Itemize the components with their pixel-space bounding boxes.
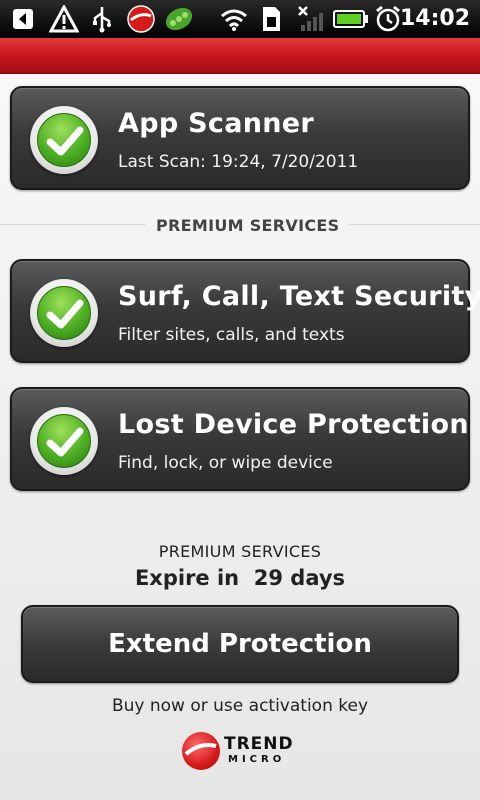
card-title: Lost Device Protection	[118, 409, 469, 440]
battery-icon	[332, 5, 370, 33]
usb-icon	[88, 5, 116, 33]
status-time: 14:02	[399, 6, 470, 31]
section-heading: PREMIUM SERVICES	[146, 216, 350, 235]
back-notification-icon	[8, 5, 38, 33]
logo-text-trend: TREND	[224, 734, 294, 754]
buy-activation-link[interactable]: Buy now or use activation key	[0, 696, 480, 716]
premium-services-label: PREMIUM SERVICES	[158, 542, 322, 561]
wifi-icon	[218, 5, 250, 33]
app-scanner-card[interactable]: App Scanner Last Scan: 19:24, 7/20/2011	[10, 86, 470, 190]
logo-text-micro: MICRO	[228, 754, 286, 765]
status-bar: 14:02	[0, 0, 480, 38]
card-title: App Scanner	[118, 108, 314, 139]
card-subtitle: Find, lock, or wipe device	[118, 453, 333, 473]
peas-app-icon	[162, 5, 196, 33]
green-check-icon	[30, 106, 98, 174]
card-subtitle: Filter sites, calls, and texts	[118, 325, 345, 345]
sim-card-icon	[256, 5, 286, 33]
no-signal-icon	[294, 5, 326, 33]
header-bar	[0, 38, 480, 74]
trend-micro-ball-icon	[182, 732, 220, 770]
green-check-icon	[30, 279, 98, 347]
expiry-text: Expire in 29 days	[134, 566, 346, 590]
trend-micro-logo: TREND MICRO	[182, 732, 302, 772]
trend-micro-icon	[124, 5, 158, 33]
extend-protection-button[interactable]: Extend Protection	[21, 605, 459, 683]
green-check-icon	[30, 407, 98, 475]
surf-call-text-security-card[interactable]: Surf, Call, Text Security Filter sites, …	[10, 259, 480, 363]
warning-icon	[48, 5, 80, 33]
card-subtitle: Last Scan: 19:24, 7/20/2011	[118, 152, 359, 172]
card-title: Surf, Call, Text Security	[118, 281, 480, 312]
lost-device-protection-card[interactable]: Lost Device Protection Find, lock, or wi…	[10, 387, 470, 491]
